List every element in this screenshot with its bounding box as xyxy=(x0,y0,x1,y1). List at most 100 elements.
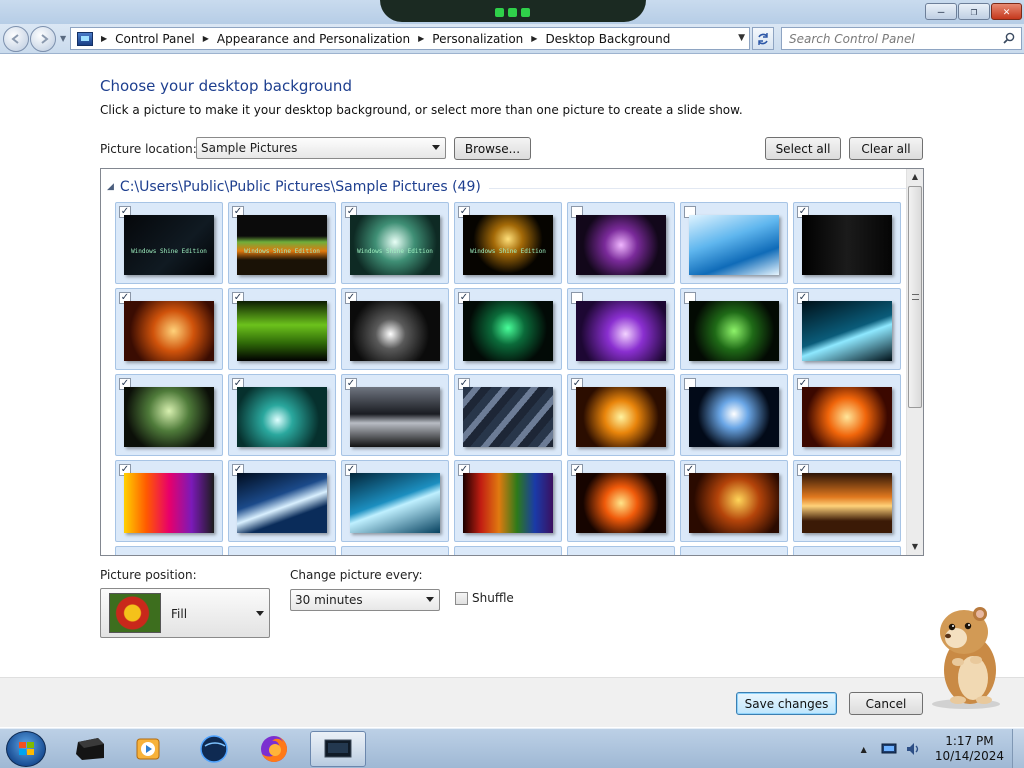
picture-tile[interactable]: ✓ xyxy=(228,288,336,370)
breadcrumb-separator-icon: ▶ xyxy=(101,34,108,43)
picture-tile[interactable]: ✓ Windows Shine Edition xyxy=(228,202,336,284)
collapse-group-icon[interactable]: ◢ xyxy=(107,182,114,192)
show-desktop-button[interactable] xyxy=(1012,729,1024,768)
picture-tile[interactable] xyxy=(680,202,788,284)
address-bar[interactable]: ▶ Control Panel ▶ Appearance and Persona… xyxy=(70,27,750,50)
picture-tile[interactable]: ✓ xyxy=(567,460,675,542)
forward-button[interactable] xyxy=(30,26,56,52)
picture-tile[interactable]: ✓ xyxy=(454,460,562,542)
picture-tile[interactable] xyxy=(680,288,788,370)
taskbar: ▲ 1:17 PM 10/14/2024 xyxy=(0,728,1024,768)
taskbar-app-device[interactable] xyxy=(64,731,116,767)
grip-icon xyxy=(912,294,919,300)
picture-tile[interactable] xyxy=(454,546,562,555)
breadcrumb-appearance[interactable]: Appearance and Personalization xyxy=(217,32,410,46)
wallpaper-thumbnail xyxy=(237,301,327,361)
wallpaper-thumbnail xyxy=(689,215,779,275)
wallpaper-thumbnail: Windows Shine Edition xyxy=(237,215,327,275)
search-input[interactable] xyxy=(782,28,992,49)
close-button[interactable]: ✕ xyxy=(991,3,1022,20)
browse-button[interactable]: Browse... xyxy=(454,137,531,160)
gallery-scrollbar[interactable]: ▲ ▼ xyxy=(906,169,923,555)
picture-location-dropdown[interactable]: Sample Pictures xyxy=(196,137,446,159)
picture-tile[interactable]: ✓ xyxy=(793,288,901,370)
cancel-button[interactable]: Cancel xyxy=(849,692,923,715)
breadcrumb-separator-icon[interactable]: ▶ xyxy=(203,34,209,43)
picture-tile[interactable] xyxy=(680,374,788,456)
picture-tile[interactable]: ✓ xyxy=(228,374,336,456)
picture-tile[interactable]: ✓ xyxy=(454,374,562,456)
wallpaper-thumbnail xyxy=(350,387,440,447)
maximize-button[interactable]: ❐ xyxy=(958,3,990,20)
picture-location-label: Picture location: xyxy=(100,142,197,156)
breadcrumb-separator-icon[interactable]: ▶ xyxy=(531,34,537,43)
thumbnail-caption: Windows Shine Edition xyxy=(470,248,546,255)
change-interval-dropdown[interactable]: 30 minutes xyxy=(290,589,440,611)
picture-tile[interactable] xyxy=(793,546,901,555)
picture-tile[interactable]: ✓ xyxy=(793,460,901,542)
picture-tile[interactable]: ✓ xyxy=(454,288,562,370)
picture-tile[interactable]: ✓ Windows Shine Edition xyxy=(115,202,223,284)
picture-tile[interactable]: ✓ xyxy=(341,288,449,370)
picture-tile[interactable]: ✓ xyxy=(115,460,223,542)
thumbnail-caption: Windows Shine Edition xyxy=(131,248,207,255)
picture-tile[interactable] xyxy=(228,546,336,555)
green-light-icon xyxy=(508,8,517,17)
picture-tile[interactable]: ✓ Windows Shine Edition xyxy=(341,202,449,284)
network-icon[interactable] xyxy=(881,742,897,756)
picture-tile[interactable]: ✓ xyxy=(341,460,449,542)
taskbar-app-firefox[interactable] xyxy=(248,731,300,767)
checkbox-icon[interactable] xyxy=(455,591,468,605)
picture-tile[interactable]: ✓ xyxy=(115,374,223,456)
device-icon xyxy=(76,738,104,760)
forward-arrow-icon xyxy=(41,34,49,44)
clear-all-button[interactable]: Clear all xyxy=(849,137,923,160)
picture-tile[interactable]: ✓ xyxy=(793,374,901,456)
breadcrumb-separator-icon[interactable]: ▶ xyxy=(418,34,424,43)
picture-tile[interactable] xyxy=(341,546,449,555)
shuffle-checkbox[interactable]: Shuffle xyxy=(455,591,514,605)
breadcrumb-control-panel[interactable]: Control Panel xyxy=(115,32,195,46)
wallpaper-thumbnail xyxy=(463,301,553,361)
search-icon[interactable] xyxy=(1003,32,1015,44)
picture-tile[interactable]: ✓ xyxy=(567,374,675,456)
picture-tile[interactable]: ✓ xyxy=(793,202,901,284)
gallery-group-header[interactable]: ◢ C:\Users\Public\Public Pictures\Sample… xyxy=(107,179,907,195)
system-tray: ▲ 1:17 PM 10/14/2024 xyxy=(861,729,1024,768)
show-hidden-icons-icon[interactable]: ▲ xyxy=(861,745,867,754)
picture-tile[interactable] xyxy=(567,288,675,370)
wallpaper-thumbnail xyxy=(463,473,553,533)
minimize-button[interactable]: — xyxy=(925,3,957,20)
picture-tile[interactable] xyxy=(115,546,223,555)
picture-tile[interactable] xyxy=(567,202,675,284)
chevron-down-icon xyxy=(426,597,434,602)
save-changes-button[interactable]: Save changes xyxy=(736,692,837,715)
page-description: Click a picture to make it your desktop … xyxy=(100,103,743,117)
picture-tile[interactable] xyxy=(680,546,788,555)
wallpaper-thumbnail xyxy=(802,215,892,275)
taskbar-app-globe[interactable] xyxy=(188,731,240,767)
picture-position-dropdown[interactable]: Fill xyxy=(100,588,270,638)
taskbar-app-personalization[interactable] xyxy=(310,731,366,767)
picture-tile[interactable]: ✓ xyxy=(115,288,223,370)
breadcrumb-personalization[interactable]: Personalization xyxy=(432,32,523,46)
picture-tile[interactable]: ✓ xyxy=(228,460,336,542)
taskbar-app-media-player[interactable] xyxy=(122,731,174,767)
picture-tile[interactable] xyxy=(567,546,675,555)
breadcrumb-desktop-background[interactable]: Desktop Background xyxy=(545,32,670,46)
wallpaper-thumbnail xyxy=(124,387,214,447)
scroll-thumb[interactable] xyxy=(908,186,922,408)
back-button[interactable] xyxy=(3,26,29,52)
picture-tile[interactable]: ✓ Windows Shine Edition xyxy=(454,202,562,284)
taskbar-clock[interactable]: 1:17 PM 10/14/2024 xyxy=(935,734,1004,764)
scroll-down-icon[interactable]: ▼ xyxy=(907,539,923,555)
start-button[interactable] xyxy=(6,731,46,767)
recent-pages-dropdown[interactable]: ▼ xyxy=(60,34,66,43)
picture-tile[interactable]: ✓ xyxy=(341,374,449,456)
scroll-up-icon[interactable]: ▲ xyxy=(907,169,923,185)
select-all-button[interactable]: Select all xyxy=(765,137,841,160)
picture-tile[interactable]: ✓ xyxy=(680,460,788,542)
address-dropdown-icon[interactable]: ▼ xyxy=(738,33,745,43)
refresh-button[interactable] xyxy=(752,27,774,50)
volume-icon[interactable] xyxy=(905,741,921,757)
